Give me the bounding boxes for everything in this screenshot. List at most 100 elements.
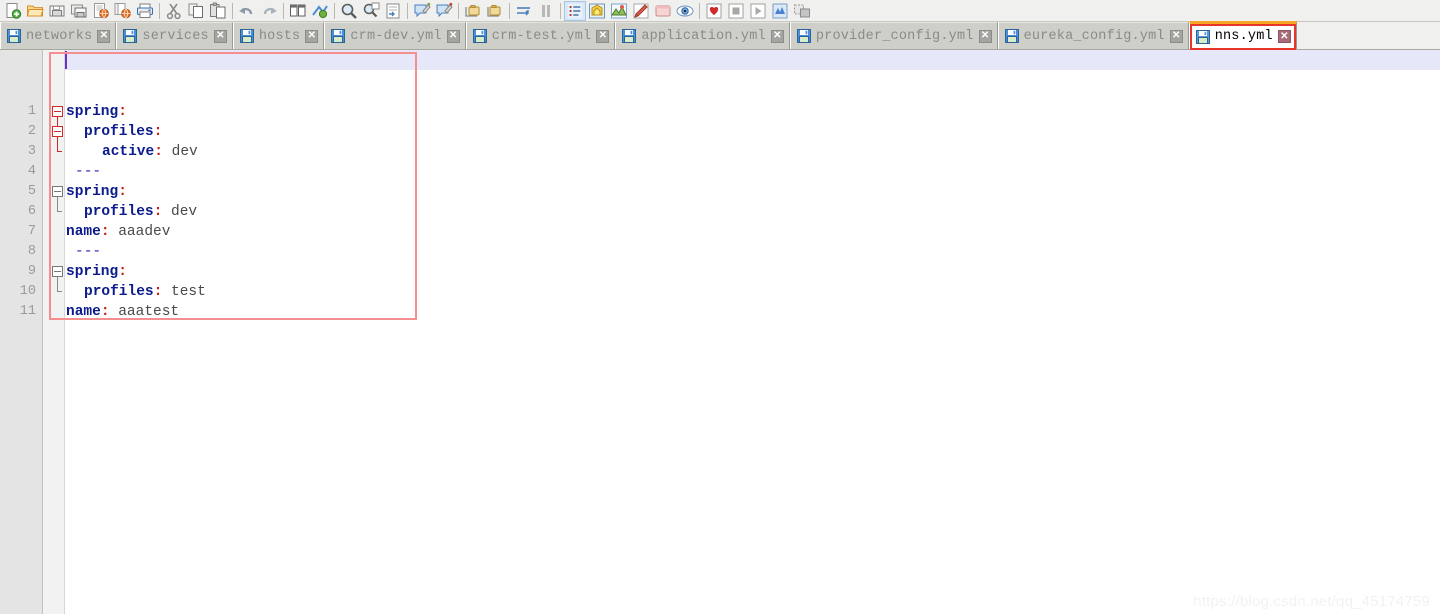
sync-scroll-icon[interactable] bbox=[309, 1, 331, 21]
export-all-html-icon[interactable] bbox=[112, 1, 134, 21]
tab-close-button[interactable]: ✕ bbox=[596, 29, 610, 43]
tab-close-button[interactable]: ✕ bbox=[446, 29, 460, 43]
word-wrap-icon[interactable] bbox=[513, 1, 535, 21]
yaml-key: name bbox=[66, 224, 101, 240]
code-line[interactable]: active: dev bbox=[102, 142, 198, 162]
uncomment-block-icon[interactable] bbox=[433, 1, 455, 21]
undo-icon[interactable] bbox=[236, 1, 258, 21]
code-line[interactable]: profiles: dev bbox=[84, 202, 197, 222]
tab-close-button[interactable]: ✕ bbox=[213, 29, 227, 43]
comment-block-icon[interactable] bbox=[411, 1, 433, 21]
compare-icon[interactable] bbox=[287, 1, 309, 21]
tab-crm-test-yml[interactable]: crm-test.yml ✕ bbox=[465, 22, 616, 49]
code-line[interactable]: spring: bbox=[66, 262, 127, 282]
code-editor[interactable]: 1 spring: 2 profiles: 3 active: dev 4 --- 5 sprin… bbox=[0, 50, 1440, 614]
tab-hosts[interactable]: hosts ✕ bbox=[232, 22, 325, 49]
line-number: 7 bbox=[27, 224, 36, 239]
goto-line-icon[interactable] bbox=[382, 1, 404, 21]
tab-close-button[interactable]: ✕ bbox=[1277, 30, 1291, 43]
monitoring-icon[interactable] bbox=[674, 1, 696, 21]
find-icon[interactable] bbox=[338, 1, 360, 21]
tab-close-button[interactable]: ✕ bbox=[305, 29, 319, 43]
run-macro-multiple-icon[interactable] bbox=[791, 1, 813, 21]
main-toolbar bbox=[0, 0, 1440, 22]
code-line[interactable]: spring: bbox=[66, 102, 127, 122]
document-tab-bar: networks ✕ services ✕ hosts ✕ crm-dev.yml ✕ crm-… bbox=[0, 21, 1440, 50]
line-number: 11 bbox=[19, 304, 36, 319]
save-macro-icon[interactable] bbox=[769, 1, 791, 21]
document-map-icon[interactable] bbox=[608, 1, 630, 21]
tab-nns-yml[interactable]: nns.yml ✕ bbox=[1188, 21, 1297, 50]
code-text-layer: 1 spring: 2 profiles: 3 active: dev 4 --- 5 sprin… bbox=[0, 50, 1440, 614]
code-line[interactable]: name: aaatest bbox=[66, 302, 179, 322]
tab-close-button[interactable]: ✕ bbox=[770, 29, 784, 43]
floppy-disk-icon bbox=[1004, 29, 1019, 43]
indent-icon[interactable] bbox=[462, 1, 484, 21]
tab-label: hosts bbox=[258, 28, 301, 44]
code-line[interactable]: profiles: test bbox=[84, 282, 206, 302]
floppy-disk-icon bbox=[622, 29, 637, 43]
tab-crm-dev-yml[interactable]: crm-dev.yml ✕ bbox=[324, 22, 466, 49]
tab-application-yml[interactable]: application.yml ✕ bbox=[615, 22, 790, 49]
tab-eureka-config-yml[interactable]: eureka_config.yml ✕ bbox=[997, 22, 1189, 49]
line-number: 9 bbox=[27, 264, 36, 279]
replace-icon[interactable] bbox=[360, 1, 382, 21]
tab-close-button[interactable]: ✕ bbox=[97, 29, 111, 43]
print-icon[interactable] bbox=[134, 1, 156, 21]
yaml-key: spring bbox=[66, 184, 119, 200]
outdent-icon[interactable] bbox=[484, 1, 506, 21]
tab-services[interactable]: services ✕ bbox=[116, 22, 233, 49]
column-mode-icon[interactable] bbox=[535, 1, 557, 21]
code-line[interactable]: spring: bbox=[66, 182, 127, 202]
floppy-disk-icon bbox=[472, 29, 487, 43]
tab-close-button[interactable]: ✕ bbox=[1169, 29, 1183, 43]
tab-label: services bbox=[142, 28, 209, 44]
play-macro-icon[interactable] bbox=[747, 1, 769, 21]
floppy-disk-icon bbox=[1195, 29, 1210, 44]
export-html-icon[interactable] bbox=[90, 1, 112, 21]
yaml-document-separator: --- bbox=[75, 164, 102, 180]
code-line[interactable]: --- bbox=[75, 162, 101, 182]
toolbar-separator bbox=[334, 2, 335, 19]
tab-label: application.yml bbox=[641, 28, 766, 44]
tab-close-button[interactable]: ✕ bbox=[978, 29, 992, 43]
yaml-colon: : bbox=[154, 144, 163, 160]
yaml-key: profiles bbox=[84, 284, 154, 300]
toolbar-separator bbox=[283, 2, 284, 19]
yaml-value-text: dev bbox=[171, 204, 198, 220]
yaml-value-text: dev bbox=[171, 144, 198, 160]
tab-provider-config-yml[interactable]: provider_config.yml ✕ bbox=[789, 22, 998, 49]
redo-icon[interactable] bbox=[258, 1, 280, 21]
yaml-key: profiles bbox=[84, 124, 154, 140]
floppy-disk-icon bbox=[7, 29, 21, 43]
yaml-key: name bbox=[66, 304, 101, 320]
code-line[interactable]: profiles: bbox=[84, 122, 162, 142]
new-file-icon[interactable] bbox=[2, 1, 24, 21]
line-number: 6 bbox=[27, 204, 36, 219]
yaml-colon: : bbox=[118, 104, 127, 120]
tab-networks[interactable]: networks ✕ bbox=[0, 22, 117, 49]
line-number: 8 bbox=[27, 244, 36, 259]
folder-workspace-icon[interactable] bbox=[586, 1, 608, 21]
show-all-chars-icon[interactable] bbox=[630, 1, 652, 21]
stop-macro-icon[interactable] bbox=[725, 1, 747, 21]
copy-icon[interactable] bbox=[185, 1, 207, 21]
save-icon[interactable] bbox=[46, 1, 68, 21]
paste-icon[interactable] bbox=[207, 1, 229, 21]
yaml-colon: : bbox=[100, 304, 110, 320]
clipboard-history-icon[interactable] bbox=[652, 1, 674, 21]
yaml-value: test bbox=[162, 284, 206, 300]
function-list-icon[interactable] bbox=[564, 0, 586, 21]
floppy-disk-icon bbox=[239, 29, 254, 43]
yaml-key: active bbox=[102, 144, 155, 160]
tab-label: crm-dev.yml bbox=[350, 28, 442, 44]
tab-label: nns.yml bbox=[1214, 29, 1273, 44]
open-folder-icon[interactable] bbox=[24, 1, 46, 21]
cut-icon[interactable] bbox=[163, 1, 185, 21]
record-macro-icon[interactable] bbox=[703, 1, 725, 21]
yaml-value: aaadev bbox=[110, 224, 170, 240]
save-all-icon[interactable] bbox=[68, 1, 90, 21]
code-line[interactable]: name: aaadev bbox=[66, 222, 170, 242]
code-line[interactable]: --- bbox=[75, 242, 101, 262]
line-number: 5 bbox=[27, 184, 36, 199]
